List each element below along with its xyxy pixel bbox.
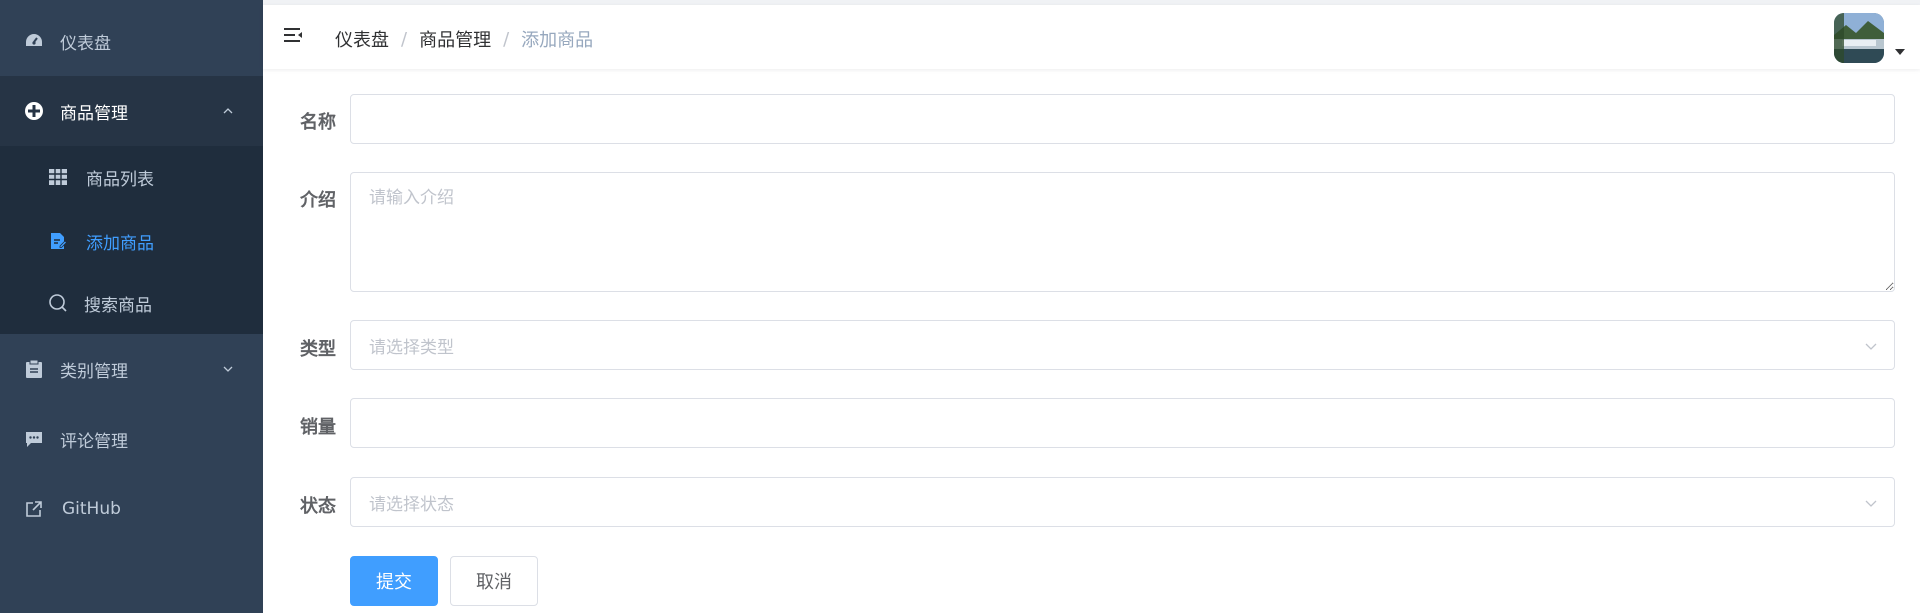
sidebar-item-label: 商品列表 <box>86 169 154 190</box>
sidebar-item-label: 商品管理 <box>60 103 128 124</box>
chevron-down-icon <box>1865 343 1877 350</box>
sidebar: 仪表盘 商品管理 商品列表 添加商品 搜索商品 类别管理 评论管理 GitHub <box>0 0 263 613</box>
breadcrumb-separator: / <box>401 28 408 50</box>
comment-icon <box>24 429 44 449</box>
chevron-up-icon <box>223 108 233 114</box>
sidebar-item-label: 类别管理 <box>60 361 128 382</box>
status-select[interactable]: 请选择状态 <box>350 477 1895 527</box>
avatar[interactable] <box>1834 13 1884 63</box>
status-select-placeholder: 请选择状态 <box>369 494 454 515</box>
product-icon <box>24 101 44 121</box>
table-icon <box>48 167 68 187</box>
sidebar-item-comments[interactable]: 评论管理 <box>0 404 263 474</box>
sidebar-item-categories[interactable]: 类别管理 <box>0 334 263 404</box>
menu-toggle-icon[interactable] <box>282 25 304 47</box>
chevron-down-icon <box>223 366 233 372</box>
sidebar-item-label: GitHub <box>62 499 121 519</box>
name-label: 名称 <box>300 112 336 133</box>
sidebar-item-github[interactable]: GitHub <box>0 474 263 544</box>
dashboard-icon <box>24 31 44 51</box>
sidebar-item-label: 仪表盘 <box>60 33 111 54</box>
type-select[interactable]: 请选择类型 <box>350 320 1895 370</box>
search-icon <box>48 293 68 313</box>
sidebar-item-label: 搜索商品 <box>84 295 152 316</box>
sidebar-item-add-product[interactable]: 添加商品 <box>0 210 263 272</box>
cancel-button[interactable]: 取消 <box>450 556 538 606</box>
sidebar-item-dashboard[interactable]: 仪表盘 <box>0 6 263 76</box>
sidebar-item-search-product[interactable]: 搜索商品 <box>0 272 263 334</box>
chevron-down-icon <box>1865 500 1877 507</box>
breadcrumb-separator: / <box>503 28 510 50</box>
navbar: 仪表盘 / 商品管理 / 添加商品 <box>263 5 1920 69</box>
clipboard-icon <box>24 359 44 379</box>
type-label: 类型 <box>300 339 336 360</box>
breadcrumb-item-dashboard[interactable]: 仪表盘 <box>335 26 389 52</box>
breadcrumb-item-products[interactable]: 商品管理 <box>419 26 491 52</box>
submit-button[interactable]: 提交 <box>350 556 438 606</box>
breadcrumb: 仪表盘 / 商品管理 / 添加商品 <box>335 26 593 52</box>
type-select-placeholder: 请选择类型 <box>369 337 454 358</box>
sales-label: 销量 <box>300 417 336 438</box>
edit-doc-icon <box>48 231 68 251</box>
status-label: 状态 <box>300 496 336 517</box>
sidebar-item-products[interactable]: 商品管理 <box>0 76 263 146</box>
breadcrumb-item-add-product: 添加商品 <box>521 30 594 51</box>
caret-down-icon[interactable] <box>1895 49 1905 55</box>
sidebar-item-label: 评论管理 <box>60 431 128 452</box>
sales-input[interactable] <box>350 398 1895 448</box>
name-input[interactable] <box>350 94 1895 144</box>
intro-label: 介绍 <box>300 190 336 211</box>
sidebar-item-product-list[interactable]: 商品列表 <box>0 146 263 208</box>
sidebar-item-label: 添加商品 <box>86 233 154 254</box>
intro-textarea[interactable] <box>350 172 1895 292</box>
external-link-icon <box>24 499 44 519</box>
